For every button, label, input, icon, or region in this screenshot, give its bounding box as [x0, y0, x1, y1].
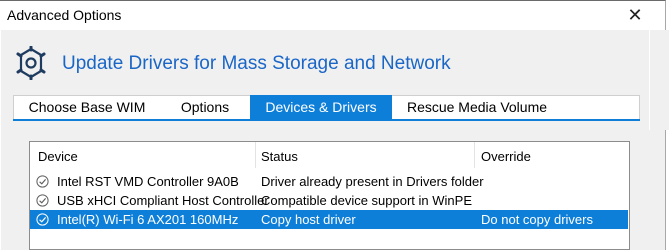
device-row-selected[interactable]: Intel(R) Wi-Fi 6 AX201 160MHz Copy host … [30, 210, 628, 229]
column-header-status[interactable]: Status [261, 146, 298, 168]
close-icon: ✕ [627, 4, 643, 25]
device-name: Intel RST VMD Controller 9A0B [57, 174, 239, 189]
column-header-device[interactable]: Device [38, 146, 78, 168]
device-status: Compatible device support in WinPE [261, 193, 472, 208]
device-name: Intel(R) Wi-Fi 6 AX201 160MHz [57, 212, 239, 227]
check-circle-icon [36, 194, 49, 207]
tab-choose-base-wim[interactable]: Choose Base WIM [14, 95, 160, 120]
column-separator[interactable] [255, 142, 256, 168]
check-circle-icon [36, 175, 49, 188]
close-button[interactable]: ✕ [620, 1, 650, 29]
title-bar: Advanced Options [1, 1, 665, 31]
column-header-override[interactable]: Override [481, 146, 531, 168]
device-row[interactable]: Intel RST VMD Controller 9A0B Driver alr… [30, 172, 628, 191]
column-separator[interactable] [474, 142, 475, 168]
dialog-edge [650, 30, 669, 130]
tab-underline [13, 119, 640, 121]
tab-options[interactable]: Options [160, 95, 250, 120]
tab-rescue-media-volume[interactable]: Rescue Media Volume [392, 95, 562, 120]
check-circle-icon [36, 213, 49, 226]
tab-devices-drivers[interactable]: Devices & Drivers [250, 95, 392, 120]
device-status: Driver already present in Drivers folder [261, 174, 484, 189]
device-name: USB xHCI Compliant Host Controller [57, 193, 269, 208]
device-row[interactable]: USB xHCI Compliant Host Controller Compa… [30, 191, 628, 210]
gear-icon [16, 46, 46, 80]
page-heading: Update Drivers for Mass Storage and Netw… [62, 53, 451, 74]
window-title: Advanced Options [7, 7, 122, 23]
device-status: Copy host driver [261, 212, 356, 227]
device-override: Do not copy drivers [481, 212, 593, 227]
